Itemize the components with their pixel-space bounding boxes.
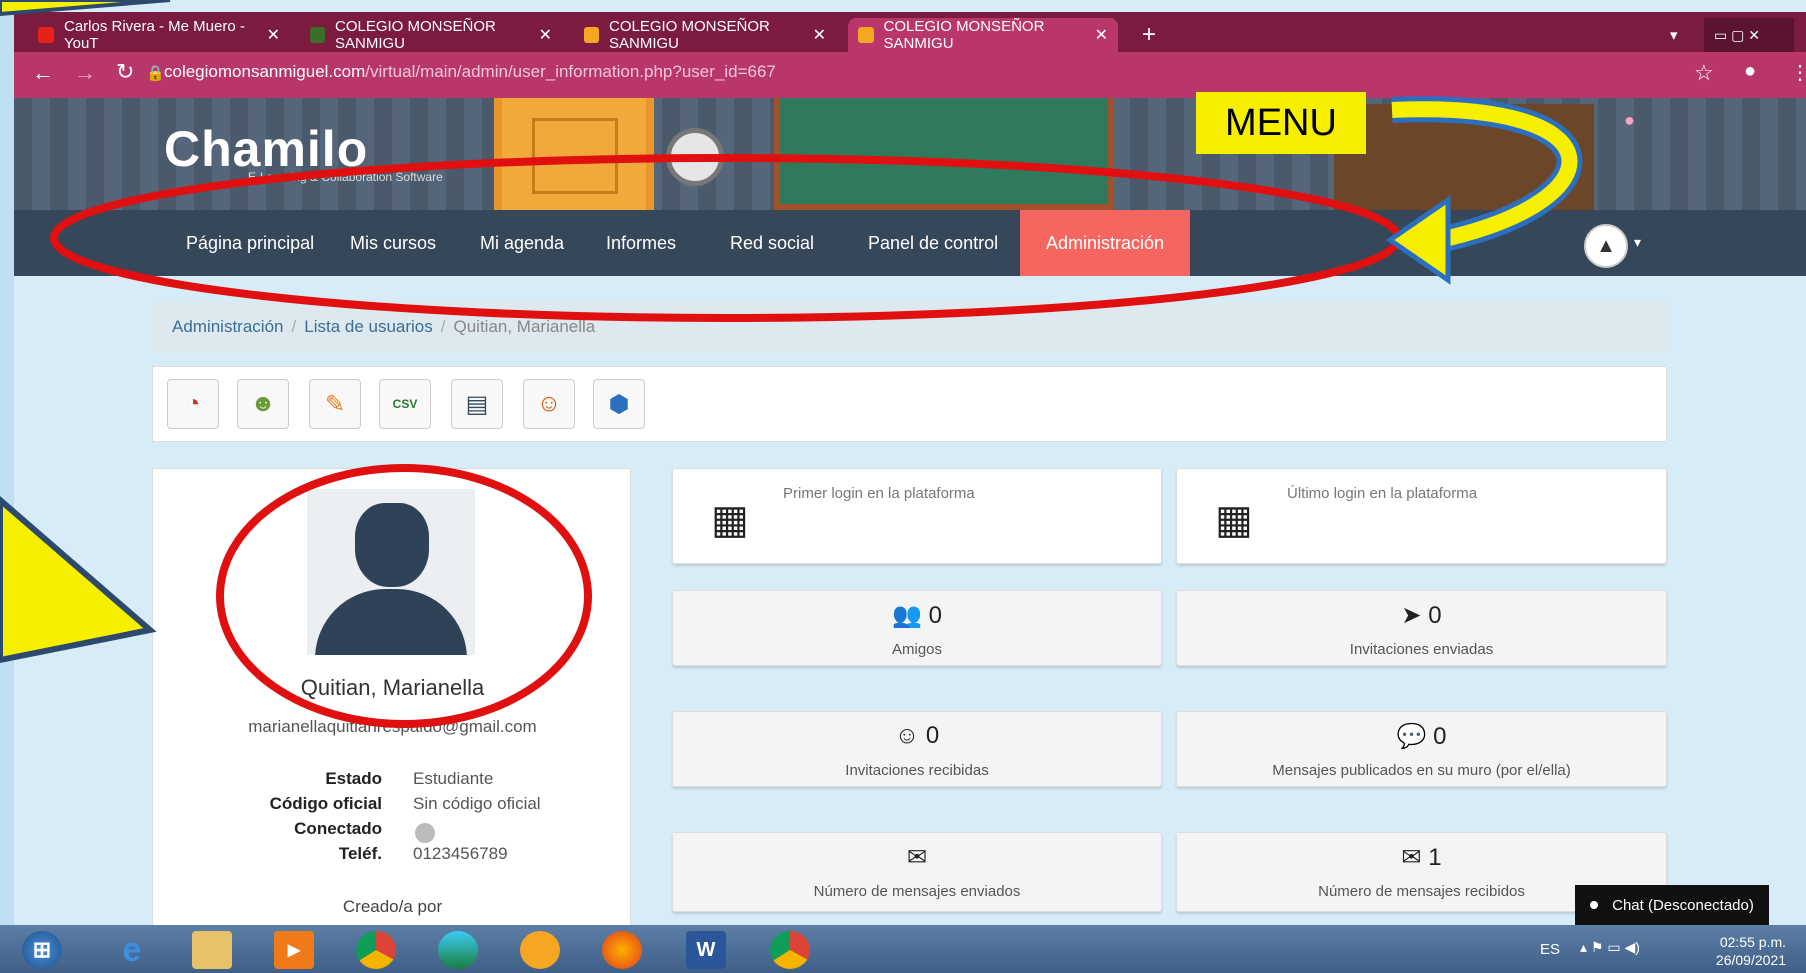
- annotation-overlay: [0, 0, 1583, 728]
- tray-icons[interactable]: ▴ ⚑ ▭ ◀): [1580, 939, 1640, 956]
- edge-icon[interactable]: [438, 931, 478, 969]
- windows-taskbar: ⊞ e ▶ W ES ▴ ⚑ ▭ ◀) 02:55 p.m. 26/09/202…: [0, 925, 1806, 973]
- media-player-icon[interactable]: ▶: [274, 931, 314, 969]
- avatar-highlight-ellipse: [216, 464, 592, 728]
- corner-arrow-annotation: [0, 0, 171, 17]
- left-arrow-annotation: [0, 496, 157, 664]
- arrow-head-annotation: [1385, 195, 1451, 285]
- clock-date: 26/09/2021: [1715, 952, 1786, 968]
- clock-time: 02:55 p.m.: [1719, 934, 1786, 950]
- nav-highlight-ellipse: [50, 154, 1402, 322]
- chrome-icon[interactable]: [356, 931, 396, 969]
- language-indicator[interactable]: ES: [1540, 941, 1560, 958]
- start-button-icon[interactable]: ⊞: [22, 931, 62, 969]
- file-explorer-icon[interactable]: [192, 931, 232, 969]
- firefox-icon[interactable]: [602, 931, 642, 969]
- vpn-app-icon[interactable]: [520, 931, 560, 969]
- internet-explorer-icon[interactable]: e: [112, 931, 152, 969]
- chrome-profile-icon[interactable]: [770, 931, 810, 969]
- word-icon[interactable]: W: [686, 931, 726, 969]
- clock[interactable]: 02:55 p.m. 26/09/2021: [1716, 933, 1786, 969]
